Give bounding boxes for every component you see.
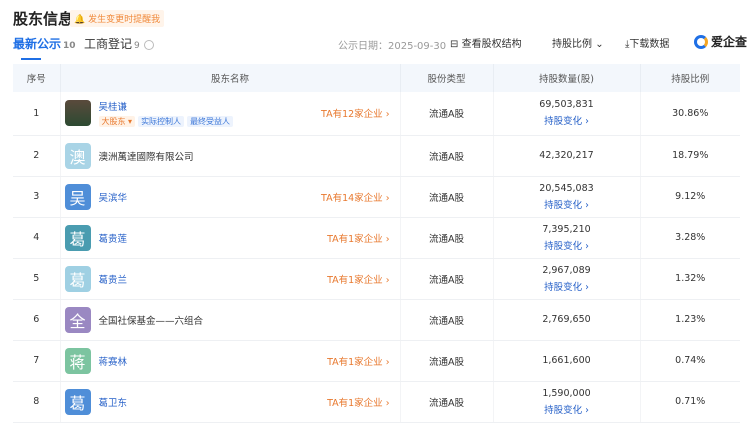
share-type: 流通A股 xyxy=(400,299,494,341)
col-header-no: 序号 xyxy=(13,64,61,92)
share-quantity: 2,769,650 xyxy=(542,314,591,325)
shareholder-tag: 最终受益人 xyxy=(187,116,234,128)
col-header-ratio: 持股比例 xyxy=(640,64,740,92)
button-label: 查看股权结构 xyxy=(461,39,522,50)
tab-label: 工商登记 xyxy=(84,37,133,51)
related-companies-link[interactable]: TA有14家企业 › xyxy=(321,190,389,204)
share-ratio: 1.32% xyxy=(640,258,740,300)
row-number: 2 xyxy=(13,135,61,177)
download-button[interactable]: ⤓下载数据 xyxy=(625,35,669,50)
table-row: 2 澳澳洲萬達國際有限公司 流通A股 42,320,217 18.79% xyxy=(13,135,740,177)
row-number: 5 xyxy=(13,258,61,300)
reminder-label: 发生变更时提醒我 xyxy=(88,15,161,25)
structure-icon: ⊟ xyxy=(450,39,459,50)
holding-change-link[interactable]: 持股变化 › xyxy=(494,279,640,293)
table-row: 7 蒋蒋赛林 TA有1家企业 › 流通A股 1,661,600 0.74% xyxy=(13,340,740,382)
share-quantity: 1,590,000 xyxy=(542,387,591,399)
related-companies-link[interactable]: TA有1家企业 › xyxy=(327,354,389,368)
avatar-photo xyxy=(64,100,91,127)
share-type: 流通A股 xyxy=(400,381,494,423)
tab-business-registration[interactable]: 工商登记 9 xyxy=(84,35,154,52)
page-title: 股东信息 xyxy=(13,10,74,28)
share-ratio: 30.86% xyxy=(640,92,740,136)
share-type: 流通A股 xyxy=(400,258,494,300)
row-number: 6 xyxy=(13,299,61,341)
share-ratio: 3.28% xyxy=(640,217,740,259)
table-row: 5 葛葛贵兰 TA有1家企业 › 流通A股 2,967,089 持股变化 › 1.3… xyxy=(13,258,740,300)
share-type: 流通A股 xyxy=(400,135,494,177)
related-companies-link[interactable]: TA有1家企业 › xyxy=(327,272,389,286)
table-row: 8 葛葛卫东 TA有1家企业 › 流通A股 1,590,000 持股变化 › 0.7… xyxy=(13,381,740,423)
shareholder-tag[interactable]: 大股东 ▾ xyxy=(98,116,136,128)
shareholder-name[interactable]: 蒋赛林 xyxy=(99,354,128,368)
share-quantity: 20,545,083 xyxy=(539,182,594,194)
tab-count: 9 xyxy=(134,41,140,51)
table-row: 4 葛葛贵莲 TA有1家企业 › 流通A股 7,395,210 持股变化 › 3.2… xyxy=(13,217,740,259)
disclosure-date: 公示日期：2025-09-30 xyxy=(338,41,447,52)
row-number: 8 xyxy=(13,381,61,423)
avatar: 葛 xyxy=(64,224,91,251)
share-ratio: 9.12% xyxy=(640,176,740,218)
row-number: 1 xyxy=(13,92,61,136)
shareholder-name[interactable]: 葛卫东 xyxy=(99,395,128,409)
related-companies-link[interactable]: TA有1家企业 › xyxy=(327,231,389,245)
row-number: 4 xyxy=(13,217,61,259)
shareholder-name: 全国社保基金——六组合 xyxy=(98,315,204,327)
avatar: 葛 xyxy=(64,388,91,415)
col-header-type: 股份类型 xyxy=(400,64,494,92)
share-type: 流通A股 xyxy=(400,217,494,259)
select-label: 持股比例 xyxy=(552,39,592,50)
table-row: 3 吴吴滨华 TA有14家企业 › 流通A股 20,545,083 持股变化 › 9… xyxy=(13,176,740,218)
col-header-name: 股东名称 xyxy=(60,64,401,92)
share-type: 流通A股 xyxy=(400,176,494,218)
share-quantity: 69,503,831 xyxy=(539,99,594,111)
related-companies-link[interactable]: TA有12家企业 › xyxy=(321,106,389,120)
logo-icon xyxy=(694,34,708,49)
col-header-qty: 持股数量(股) xyxy=(493,64,641,92)
info-icon[interactable] xyxy=(143,39,154,50)
shareholder-name[interactable]: 葛贵兰 xyxy=(99,272,128,286)
shareholder-name: 澳洲萬達國際有限公司 xyxy=(98,151,194,163)
aiqicha-logo: 爱企查 xyxy=(694,33,747,50)
holding-change-link[interactable]: 持股变化 › xyxy=(494,238,640,252)
share-quantity: 7,395,210 xyxy=(542,223,591,235)
shareholder-name[interactable]: 吴滨华 xyxy=(99,190,128,204)
table-row: 6 全全国社保基金——六组合 流通A股 2,769,650 1.23% xyxy=(13,299,740,341)
avatar: 葛 xyxy=(64,265,91,292)
chevron-down-icon: ⌄ xyxy=(595,39,604,50)
share-ratio: 1.23% xyxy=(640,299,740,341)
shareholder-table: 序号 股东名称 股份类型 持股数量(股) 持股比例 1 吴桂谦大股东 ▾ 实际控制… xyxy=(13,64,740,423)
holding-change-link[interactable]: 持股变化 › xyxy=(494,113,640,127)
change-reminder-button[interactable]: 🔔 发生变更时提醒我 xyxy=(70,10,165,27)
view-equity-structure-button[interactable]: ⊟ 查看股权结构 xyxy=(450,35,522,50)
share-quantity: 42,320,217 xyxy=(539,150,594,161)
shareholder-name[interactable]: 吴桂谦 xyxy=(99,99,237,113)
share-quantity: 2,967,089 xyxy=(542,264,591,276)
share-type: 流通A股 xyxy=(400,92,494,136)
button-label: 下载数据 xyxy=(629,39,670,50)
share-ratio: 0.74% xyxy=(640,340,740,382)
avatar: 吴 xyxy=(64,183,91,210)
shareholder-tag: 实际控制人 xyxy=(138,116,185,128)
tab-count: 10 xyxy=(63,41,76,51)
avatar: 全 xyxy=(64,306,91,333)
share-quantity: 1,661,600 xyxy=(542,355,591,366)
share-ratio: 18.79% xyxy=(640,135,740,177)
logo-text: 爱企查 xyxy=(711,35,748,49)
holding-change-link[interactable]: 持股变化 › xyxy=(494,402,640,416)
row-number: 3 xyxy=(13,176,61,218)
row-number: 7 xyxy=(13,340,61,382)
avatar: 澳 xyxy=(64,142,91,169)
related-companies-link[interactable]: TA有1家企业 › xyxy=(327,395,389,409)
share-ratio: 0.71% xyxy=(640,381,740,423)
holding-change-link[interactable]: 持股变化 › xyxy=(494,197,640,211)
tab-latest-disclosure[interactable]: 最新公示 10 xyxy=(13,35,76,60)
share-type: 流通A股 xyxy=(400,340,494,382)
table-row: 1 吴桂谦大股东 ▾ 实际控制人 最终受益人 TA有12家企业 › 流通A股 69,5… xyxy=(13,92,740,136)
avatar: 蒋 xyxy=(64,347,91,374)
tab-label: 最新公示 xyxy=(13,37,62,51)
shareholder-name[interactable]: 葛贵莲 xyxy=(99,231,128,245)
ratio-select[interactable]: 持股比例 ⌄ xyxy=(552,35,604,50)
